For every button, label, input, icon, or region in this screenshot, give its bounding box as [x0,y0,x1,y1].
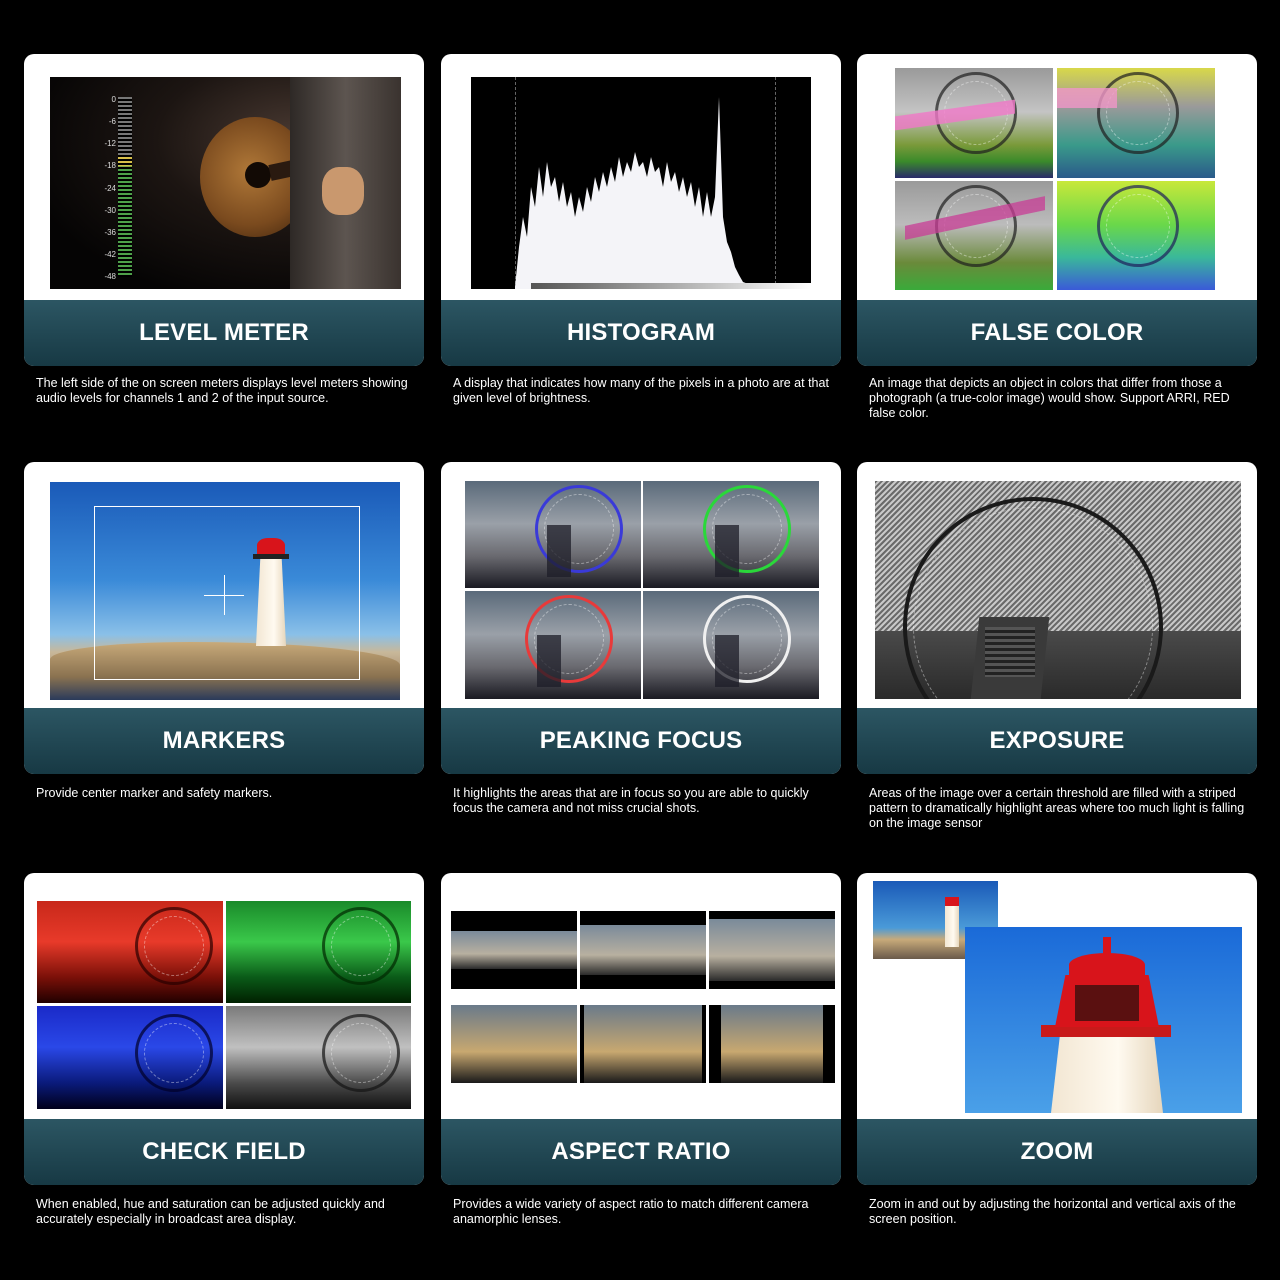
meter-tick-label: -12 [104,139,116,148]
meter-tick-label: -42 [104,250,116,259]
meter-tick-label: -18 [104,161,116,170]
feature-title: ASPECT RATIO [551,1138,731,1165]
check-field-quad-red [37,901,223,1003]
feature-card-exposure: EXPOSURE [857,462,1257,774]
feature-description: Provide center marker and safety markers… [36,786,273,800]
feature-title-band: CHECK FIELD [24,1119,424,1185]
exposure-image [875,481,1241,699]
feature-description: Zoom in and out by adjusting the horizon… [869,1197,1236,1226]
aspect-ratio-thumb [709,911,835,989]
aspect-ratio-thumb [580,911,706,989]
feature-card-level-meter: 0 -6 -12 -18 -24 -30 -36 -42 -48 LEVEL M… [24,54,424,366]
false-color-quad [1057,68,1215,178]
false-color-quad [895,181,1053,290]
aspect-ratio-thumb [451,911,577,989]
feature-description: When enabled, hue and saturation can be … [36,1197,385,1226]
feature-card-zoom: ZOOM [857,873,1257,1185]
feature-title: EXPOSURE [989,727,1125,754]
feature-description: An image that depicts an object in color… [869,376,1230,420]
check-field-quad-mono [226,1006,411,1109]
feature-card-check-field: CHECK FIELD [24,873,424,1185]
feature-title: CHECK FIELD [142,1138,306,1165]
feature-title-band: EXPOSURE [857,708,1257,774]
safety-marker [94,506,360,680]
peaking-quad [465,481,641,588]
false-color-image [895,68,1215,290]
meter-bar [118,97,132,277]
feature-card-peaking-focus: PEAKING FOCUS [441,462,841,774]
false-color-quad [1057,181,1215,290]
feature-description: Areas of the image over a certain thresh… [869,786,1245,830]
feature-title: LEVEL METER [139,319,309,346]
meter-tick-label: -36 [104,228,116,237]
feature-title: FALSE COLOR [970,319,1144,346]
feature-card-false-color: FALSE COLOR [857,54,1257,366]
feature-description: A display that indicates how many of the… [453,376,829,405]
peaking-quad [643,591,819,699]
feature-title-band: HISTOGRAM [441,300,841,366]
aspect-ratio-image [451,911,835,1083]
meter-tick-label: -48 [104,272,116,281]
level-meter-scale: 0 -6 -12 -18 -24 -30 -36 -42 -48 [96,95,136,285]
feature-description: Provides a wide variety of aspect ratio … [453,1197,809,1226]
histogram-graph [515,97,801,289]
feature-card-aspect-ratio: ASPECT RATIO [441,873,841,1185]
feature-title: HISTOGRAM [566,319,716,346]
feature-description: The left side of the on screen meters di… [36,376,408,405]
meter-tick-label: -24 [104,184,116,193]
aspect-ratio-thumb [580,1005,706,1083]
feature-title: ZOOM [1020,1138,1094,1165]
meter-tick-label: -30 [104,206,116,215]
markers-image [50,482,400,700]
level-meter-image: 0 -6 -12 -18 -24 -30 -36 -42 -48 [50,77,401,289]
meter-tick-label: 0 [111,95,116,104]
feature-description: It highlights the areas that are in focu… [453,786,809,815]
peaking-quad [465,591,641,699]
feature-title: PEAKING FOCUS [539,727,743,754]
aspect-ratio-thumb [709,1005,835,1083]
meter-tick-label: -6 [108,117,116,126]
feature-title: MARKERS [162,727,286,754]
check-field-image [37,901,411,1109]
feature-title-band: MARKERS [24,708,424,774]
feature-title-band: PEAKING FOCUS [441,708,841,774]
check-field-quad-green [226,901,411,1003]
feature-title-band: FALSE COLOR [857,300,1257,366]
zoom-enlarged-image [965,927,1242,1113]
aspect-ratio-thumb [451,1005,577,1083]
check-field-quad-blue [37,1006,223,1109]
feature-card-histogram: HISTOGRAM [441,54,841,366]
feature-card-markers: MARKERS [24,462,424,774]
histogram-image [471,77,811,289]
feature-title-band: ASPECT RATIO [441,1119,841,1185]
peaking-focus-image [465,481,819,699]
peaking-quad [643,481,819,588]
feature-title-band: LEVEL METER [24,300,424,366]
false-color-quad [895,68,1053,178]
center-marker [224,575,225,615]
feature-title-band: ZOOM [857,1119,1257,1185]
